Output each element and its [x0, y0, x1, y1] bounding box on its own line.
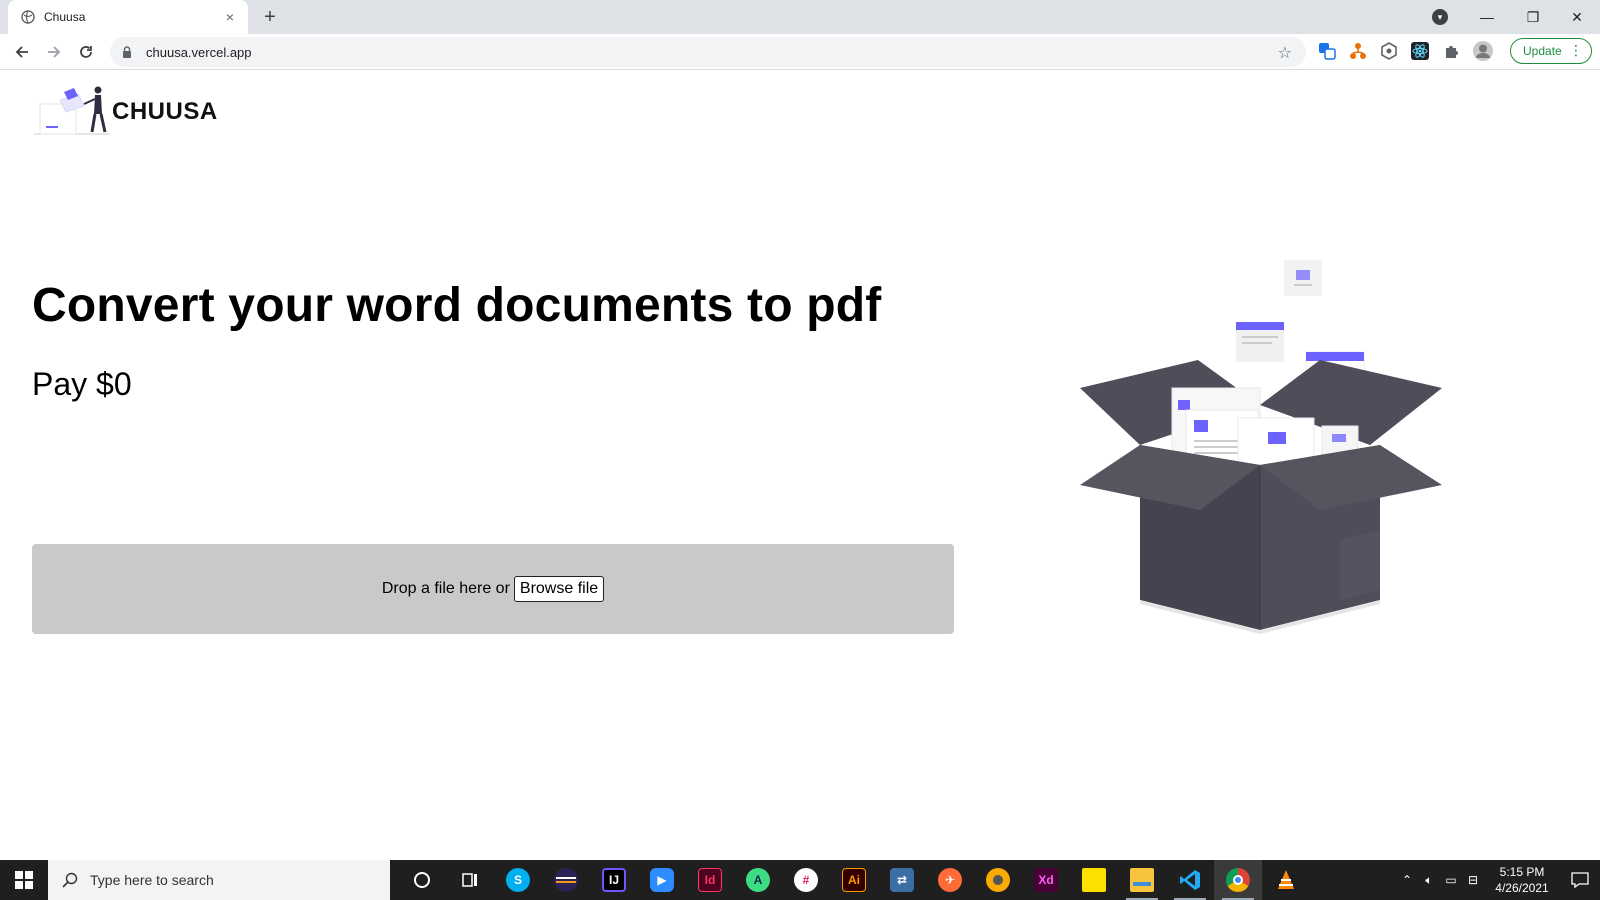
brand-logo [34, 86, 114, 138]
task-view-icon[interactable] [446, 860, 494, 900]
puzzle-extensions-icon[interactable] [1440, 40, 1462, 62]
zoom-icon[interactable]: ▶ [638, 860, 686, 900]
restore-button[interactable]: ❐ [1510, 0, 1556, 34]
more-menu-icon[interactable]: ⋮ [1569, 43, 1583, 57]
price-text: Pay $0 [32, 366, 132, 402]
close-window-button[interactable]: ✕ [1554, 0, 1600, 34]
intellij-icon[interactable]: IJ [590, 860, 638, 900]
tab-close-icon[interactable]: × [222, 9, 238, 25]
clock-time: 5:15 PM [1499, 865, 1545, 879]
minimize-button[interactable]: — [1464, 0, 1510, 34]
notification-center-icon[interactable] [1560, 872, 1600, 888]
cortana-icon[interactable] [398, 860, 446, 900]
open-box-illustration [1070, 250, 1450, 650]
settings-extension-icon[interactable] [1378, 40, 1400, 62]
translate-extension-icon[interactable] [1316, 40, 1338, 62]
browser-tab[interactable]: Chuusa × [8, 0, 248, 34]
skype-icon[interactable]: S [494, 860, 542, 900]
brand-name: CHUUSA [112, 98, 218, 125]
dropzone-text: Drop a file here or [381, 580, 510, 597]
eclipse-icon[interactable] [542, 860, 590, 900]
reload-icon[interactable] [72, 38, 100, 66]
file-explorer-icon[interactable] [1118, 860, 1166, 900]
chrome-icon[interactable] [1214, 860, 1262, 900]
lock-icon [122, 45, 136, 59]
volume-icon[interactable]: 🔈︎ [1418, 873, 1440, 888]
browse-file-button[interactable]: Browse file [513, 576, 605, 602]
sticky-notes-icon[interactable] [1070, 860, 1118, 900]
tab-search-icon[interactable]: ▾ [1432, 9, 1448, 25]
system-tray: ⌃ 🔈︎ ▭ ⊟ 5:15 PM 4/26/2021 [1396, 860, 1600, 900]
vscode-icon[interactable] [1166, 860, 1214, 900]
search-icon [62, 872, 78, 888]
network-icon[interactable]: ⊟ [1462, 873, 1484, 887]
react-devtools-icon[interactable] [1409, 40, 1431, 62]
slack-icon[interactable]: # [782, 860, 830, 900]
forward-arrow-icon[interactable] [40, 38, 68, 66]
indesign-icon[interactable]: Id [686, 860, 734, 900]
taskbar-search-box[interactable]: Type here to search [48, 860, 390, 900]
chevron-up-icon[interactable]: ⌃ [1396, 873, 1418, 887]
address-bar[interactable]: chuusa.vercel.app ☆ [110, 37, 1306, 67]
postman-icon[interactable]: ✈ [926, 860, 974, 900]
tab-title: Chuusa [44, 10, 86, 24]
new-tab-button[interactable]: + [258, 5, 282, 29]
windows-taskbar: Type here to search S IJ ▶ Id A # Ai ⇄ ✈… [0, 860, 1600, 900]
profile-avatar[interactable] [1472, 40, 1494, 62]
globe-icon [20, 9, 36, 25]
chrome-canary-icon[interactable] [974, 860, 1022, 900]
vlc-icon[interactable] [1262, 860, 1310, 900]
tab-strip: Chuusa × + ▾ — ❐ ✕ [0, 0, 1600, 34]
sitemap-extension-icon[interactable] [1347, 40, 1369, 62]
search-placeholder: Type here to search [90, 872, 214, 888]
update-button[interactable]: Update ⋮ [1510, 38, 1592, 64]
clock-date: 4/26/2021 [1495, 881, 1549, 895]
taskbar-clock[interactable]: 5:15 PM 4/26/2021 [1484, 864, 1560, 896]
android-studio-icon[interactable]: A [734, 860, 782, 900]
illustrator-icon[interactable]: Ai [830, 860, 878, 900]
page-headline: Convert your word documents to pdf [32, 279, 882, 332]
network-app-icon[interactable]: ⇄ [878, 860, 926, 900]
file-dropzone[interactable]: Drop a file here or Browse file [32, 544, 954, 634]
back-arrow-icon[interactable] [8, 38, 36, 66]
adobe-xd-icon[interactable]: Xd [1022, 860, 1070, 900]
windows-start-button[interactable] [0, 860, 48, 900]
bookmark-star-icon[interactable]: ☆ [1278, 43, 1292, 63]
battery-icon[interactable]: ▭ [1440, 873, 1462, 887]
update-label: Update [1523, 44, 1562, 58]
url-text: chuusa.vercel.app [146, 44, 252, 60]
